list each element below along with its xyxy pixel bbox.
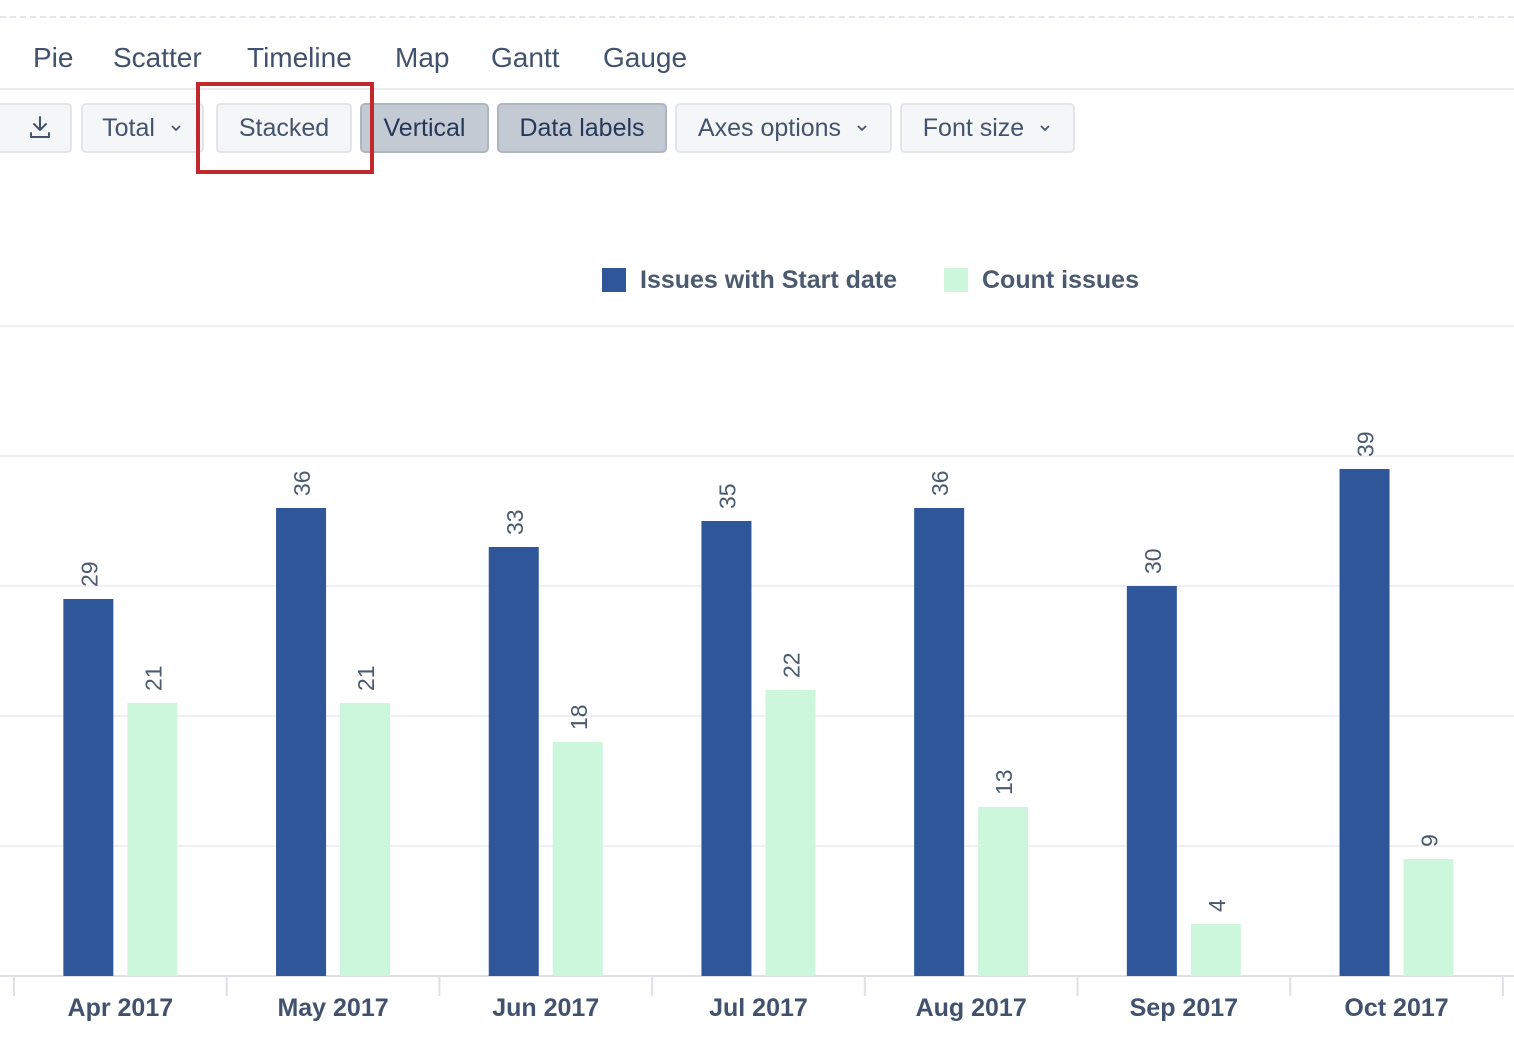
data-label: 4 [1204, 899, 1230, 912]
bar-issues-with-start-date [276, 508, 327, 976]
data-label: 21 [140, 665, 166, 691]
data-label: 36 [927, 470, 953, 496]
data-label: 29 [76, 561, 102, 587]
data-label: 21 [353, 665, 379, 691]
x-tick-label: May 2017 [277, 994, 388, 1022]
bar-issues-with-start-date [488, 547, 539, 976]
data-label: 35 [714, 483, 740, 509]
bar-count-issues [978, 807, 1029, 976]
bar-count-issues [1190, 924, 1241, 976]
bar-chart: Apr 2017 29 21 May 2017 36 21 Jun 2017 33 18 Jul … [0, 325, 1514, 1022]
bar-count-issues [127, 703, 178, 976]
bar-issues-with-start-date [63, 599, 114, 976]
x-tick-label: Oct 2017 [1344, 994, 1448, 1022]
data-label: 22 [778, 652, 804, 678]
x-tick-label: Sep 2017 [1130, 994, 1238, 1022]
data-label: 9 [1417, 834, 1443, 847]
data-label: 39 [1353, 431, 1379, 457]
data-label: 30 [1140, 548, 1166, 574]
data-label: 33 [502, 509, 528, 535]
x-tick-label: Jul 2017 [709, 994, 808, 1022]
bar-issues-with-start-date [1126, 586, 1177, 976]
x-tick-label: Aug 2017 [916, 994, 1027, 1022]
bar-count-issues [1403, 859, 1454, 976]
data-label: 36 [289, 470, 315, 496]
bar-issues-with-start-date [914, 508, 965, 976]
bar-count-issues [765, 690, 816, 976]
bar-issues-with-start-date [701, 521, 752, 976]
bar-issues-with-start-date [1339, 469, 1390, 976]
x-tick-label: Apr 2017 [68, 994, 174, 1022]
data-label: 13 [991, 769, 1017, 795]
data-label: 18 [566, 704, 592, 730]
bar-count-issues [340, 703, 391, 976]
x-tick-label: Jun 2017 [492, 994, 599, 1022]
bar-count-issues [552, 742, 603, 976]
